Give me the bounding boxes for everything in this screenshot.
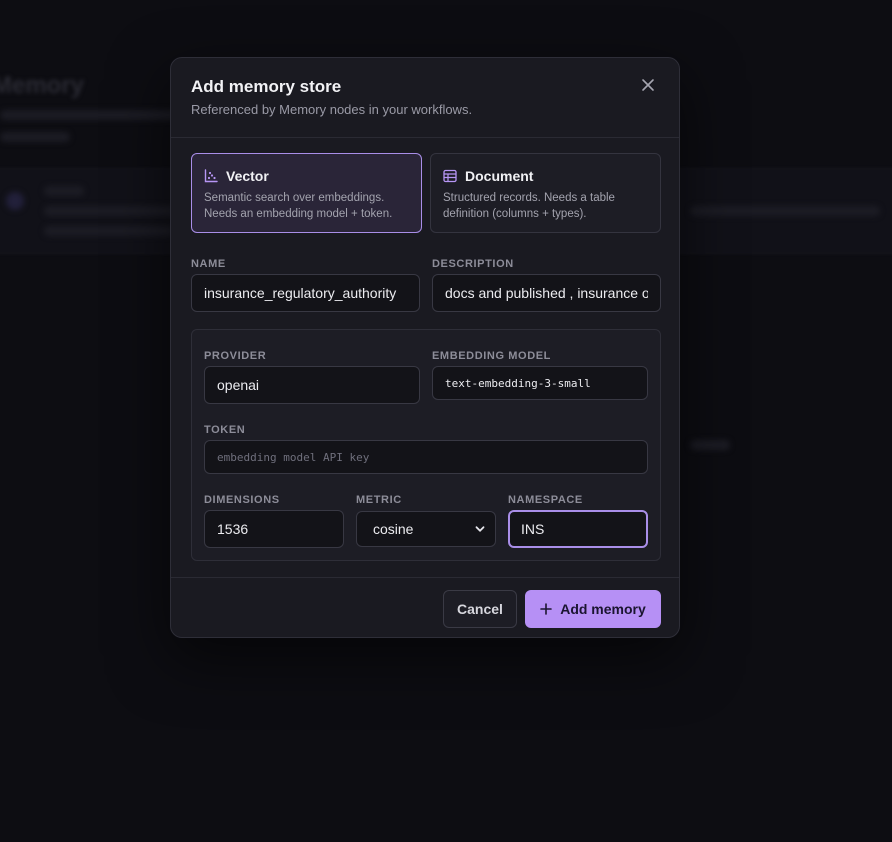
token-label: TOKEN [204,424,246,436]
store-type-vector-card[interactable]: Vector Semantic search over embeddings. … [191,153,422,233]
dialog-title: Add memory store [191,77,342,96]
cancel-button[interactable]: Cancel [443,590,517,628]
dimensions-input[interactable] [204,510,344,548]
provider-input[interactable] [204,366,420,404]
name-input[interactable] [191,274,420,312]
name-label: NAME [191,258,226,270]
background-text-line [44,206,184,216]
metric-label: METRIC [356,494,402,506]
add-memory-button-label: Add memory [560,601,646,617]
background-text-line [44,186,84,196]
token-input[interactable] [204,440,648,474]
background-text-line [690,440,730,450]
description-input[interactable] [432,274,661,312]
close-icon [642,79,654,91]
namespace-input[interactable] [508,510,648,548]
background-text-line [44,226,174,236]
store-type-description: Semantic search over embeddings. Needs a… [204,192,393,220]
background-text-line [690,206,880,216]
embedding-model-input[interactable] [432,366,648,400]
dimensions-label: DIMENSIONS [204,494,280,506]
description-label: DESCRIPTION [432,258,514,270]
background-text-line [0,110,180,120]
namespace-label: NAMESPACE [508,494,583,506]
dialog-header: Add memory store Referenced by Memory no… [171,58,679,138]
store-type-title: Document [465,168,534,184]
plus-icon [540,603,553,615]
chevron-down-icon [475,526,485,532]
background-text-line [0,132,70,142]
store-type-document-card[interactable]: Document Structured records. Needs a tab… [430,153,661,233]
dialog-subtitle: Referenced by Memory nodes in your workf… [191,102,473,117]
metric-selected-value: cosine [373,521,414,537]
store-type-description: Structured records. Needs a table defini… [443,192,615,220]
table-icon [443,169,457,183]
add-memory-button[interactable]: Add memory [525,590,661,628]
store-type-title: Vector [226,168,269,184]
add-memory-store-dialog: Add memory store Referenced by Memory no… [170,57,680,638]
dialog-footer: Cancel Add memory [171,577,679,640]
embedding-model-label: EMBEDDING MODEL [432,350,551,362]
metric-select[interactable]: cosine [356,511,496,547]
close-button[interactable] [635,72,661,98]
provider-label: PROVIDER [204,350,267,362]
background-page-title: Memory [0,72,85,99]
cancel-button-label: Cancel [457,601,503,617]
scatter-chart-icon [204,169,218,183]
vector-config-panel: PROVIDER EMBEDDING MODEL TOKEN DIMENSION… [191,329,661,561]
background-avatar [6,192,24,210]
